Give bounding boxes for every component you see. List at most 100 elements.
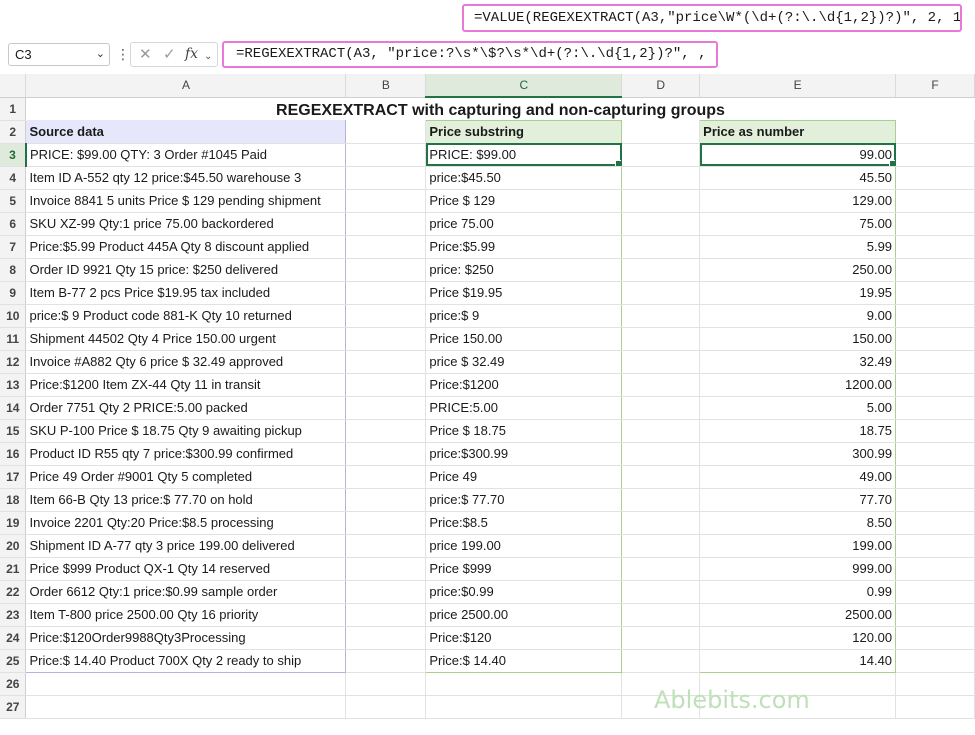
price-number-cell[interactable]: 199.00 [699,534,897,558]
source-data-cell[interactable]: Invoice 8841 5 units Price $ 129 pending… [25,189,347,213]
cell[interactable] [895,442,975,466]
price-number-cell[interactable]: 14.40 [699,649,897,673]
price-substring-cell[interactable]: price 75.00 [425,212,623,236]
cell[interactable] [425,695,623,719]
cell[interactable] [621,166,701,190]
cell[interactable] [621,350,701,374]
row-header[interactable]: 10 [0,304,27,328]
cell[interactable] [895,603,975,627]
cell[interactable] [345,350,427,374]
row-header[interactable]: 3 [0,143,27,167]
cell[interactable] [345,557,427,581]
price-substring-cell[interactable]: price 2500.00 [425,603,623,627]
row-header[interactable]: 22 [0,580,27,604]
row-header[interactable]: 23 [0,603,27,627]
price-substring-cell[interactable]: Price:$ 14.40 [425,649,623,673]
price-number-cell[interactable]: 5.00 [699,396,897,420]
cell[interactable] [895,396,975,420]
cell[interactable] [895,327,975,351]
cell[interactable] [895,580,975,604]
cell[interactable] [895,258,975,282]
source-data-cell[interactable]: Price:$ 14.40 Product 700X Qty 2 ready t… [25,649,347,673]
price-number-cell[interactable]: 5.99 [699,235,897,259]
row-header[interactable]: 5 [0,189,27,213]
source-data-cell[interactable]: Shipment 44502 Qty 4 Price 150.00 urgent [25,327,347,351]
cell[interactable] [621,212,701,236]
row-header[interactable]: 17 [0,465,27,489]
price-substring-cell[interactable]: Price $19.95 [425,281,623,305]
checkmark-icon[interactable]: ✓ [163,45,176,64]
cell[interactable] [345,166,427,190]
cell[interactable] [345,235,427,259]
cell[interactable] [895,626,975,650]
price-number-cell[interactable]: 49.00 [699,465,897,489]
row-header[interactable]: 11 [0,327,27,351]
cell[interactable] [895,166,975,190]
cell[interactable] [621,120,701,144]
cell[interactable] [895,373,975,397]
cell[interactable] [895,419,975,443]
cell[interactable] [621,649,701,673]
cell[interactable] [345,212,427,236]
source-data-cell[interactable]: price:$ 9 Product code 881-K Qty 10 retu… [25,304,347,328]
fill-handle[interactable] [889,159,895,165]
price-number-cell[interactable]: 19.95 [699,281,897,305]
cell[interactable] [345,603,427,627]
cell[interactable] [345,695,427,719]
price-number-cell[interactable]: 75.00 [699,212,897,236]
price-substring-cell[interactable]: Price 150.00 [425,327,623,351]
row-header[interactable]: 9 [0,281,27,305]
more-options-icon[interactable]: ⋮ [116,44,130,64]
source-data-cell[interactable]: Order ID 9921 Qty 15 price: $250 deliver… [25,258,347,282]
cross-icon[interactable]: ✕ [139,45,152,64]
price-substring-cell[interactable]: Price $ 18.75 [425,419,623,443]
row-header[interactable]: 12 [0,350,27,374]
price-number-cell[interactable]: 250.00 [699,258,897,282]
price-substring-cell[interactable]: Price $ 129 [425,189,623,213]
row-header[interactable]: 6 [0,212,27,236]
cell[interactable] [621,281,701,305]
price-substring-cell[interactable]: PRICE:5.00 [425,396,623,420]
cell[interactable] [621,189,701,213]
price-number-cell[interactable]: 18.75 [699,419,897,443]
cell[interactable] [345,442,427,466]
source-data-cell[interactable]: Shipment ID A-77 qty 3 price 199.00 deli… [25,534,347,558]
cell[interactable] [345,419,427,443]
cell[interactable] [621,373,701,397]
price-number-cell[interactable]: 999.00 [699,557,897,581]
cell[interactable] [345,143,427,167]
source-data-cell[interactable]: Price:$1200 Item ZX-44 Qty 11 in transit [25,373,347,397]
price-substring-cell[interactable]: price $ 32.49 [425,350,623,374]
cell[interactable] [895,143,975,167]
cell[interactable] [895,695,975,719]
cell[interactable] [345,649,427,673]
cell[interactable] [621,419,701,443]
price-substring-cell[interactable]: price:$ 77.70 [425,488,623,512]
source-data-cell[interactable]: Item 66-B Qty 13 price:$ 77.70 on hold [25,488,347,512]
cell[interactable] [895,235,975,259]
row-header[interactable]: 14 [0,396,27,420]
source-data-cell[interactable]: Invoice 2201 Qty:20 Price:$8.5 processin… [25,511,347,535]
cell[interactable] [25,695,347,719]
price-number-cell[interactable]: 120.00 [699,626,897,650]
cell[interactable] [345,488,427,512]
cell[interactable] [621,626,701,650]
source-data-cell[interactable]: PRICE: $99.00 QTY: 3 Order #1045 Paid [25,143,347,167]
cell[interactable] [895,120,975,144]
cell[interactable] [621,235,701,259]
row-header[interactable]: 2 [0,120,27,144]
row-header[interactable]: 13 [0,373,27,397]
cell[interactable] [895,649,975,673]
row-header[interactable]: 4 [0,166,27,190]
column-header-f[interactable]: F [895,74,975,98]
price-number-cell[interactable]: 45.50 [699,166,897,190]
name-box[interactable]: C3 ⌄ [8,43,110,66]
source-data-cell[interactable]: Item B-77 2 pcs Price $19.95 tax include… [25,281,347,305]
cell[interactable] [895,557,975,581]
cell[interactable] [621,557,701,581]
row-header[interactable]: 7 [0,235,27,259]
cell[interactable] [895,350,975,374]
price-substring-cell[interactable]: Price:$8.5 [425,511,623,535]
cell[interactable] [345,672,427,696]
cell[interactable] [895,281,975,305]
